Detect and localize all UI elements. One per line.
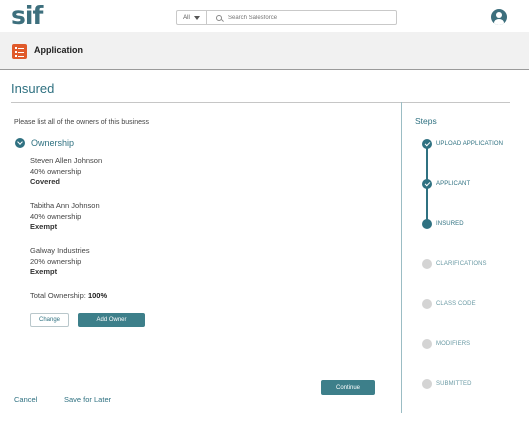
avatar-head xyxy=(496,12,502,18)
step-label: CLARIFICATIONS xyxy=(436,261,487,267)
steps-title: Steps xyxy=(415,116,437,126)
steps-panel-divider xyxy=(401,102,402,413)
pending-step-icon xyxy=(422,339,432,349)
total-ownership-label: Total Ownership: xyxy=(30,291,86,300)
total-ownership: Total Ownership: 100% xyxy=(30,291,107,300)
application-icon xyxy=(12,44,27,59)
pending-step-icon xyxy=(422,259,432,269)
owner-item: Tabitha Ann Johnson 40% ownership Exempt xyxy=(30,201,100,233)
step-submitted[interactable]: SUBMITTED xyxy=(422,379,472,389)
search-icon xyxy=(216,14,222,21)
change-button[interactable]: Change xyxy=(30,313,69,327)
current-step-icon xyxy=(422,219,432,229)
section-title: Ownership xyxy=(31,138,75,148)
owner-name: Steven Allen Johnson xyxy=(30,156,103,165)
step-insured[interactable]: INSURED xyxy=(422,219,464,229)
add-owner-button[interactable]: Add Owner xyxy=(78,313,145,327)
owner-item: Galway Industries 20% ownership Exempt xyxy=(30,246,90,278)
instruction-text: Please list all of the owners of this bu… xyxy=(14,119,150,126)
step-upload-application[interactable]: UPLOAD APPLICATION xyxy=(422,139,503,149)
owner-percentage: 40% ownership xyxy=(30,211,82,221)
step-class-code[interactable]: CLASS CODE xyxy=(422,299,476,309)
owner-status: Exempt xyxy=(30,267,58,276)
step-label: UPLOAD APPLICATION xyxy=(436,141,504,147)
chevron-down-icon xyxy=(15,138,25,148)
search-scope-dropdown[interactable]: All xyxy=(177,11,207,24)
owner-name: Tabitha Ann Johnson xyxy=(30,201,100,210)
step-label: CLASS CODE xyxy=(436,301,476,307)
total-ownership-value: 100% xyxy=(87,291,108,300)
owner-status: Covered xyxy=(30,177,61,186)
avatar-body xyxy=(494,19,504,25)
owner-item: Steven Allen Johnson 40% ownership Cover… xyxy=(30,156,102,188)
sif-logo[interactable]: sif xyxy=(11,2,43,30)
title-divider xyxy=(11,102,510,103)
step-label: SUBMITTED xyxy=(436,381,472,387)
global-search: All xyxy=(176,10,397,25)
user-avatar-icon[interactable] xyxy=(491,9,507,25)
step-label: MODIFIERS xyxy=(436,341,471,347)
save-for-later-link[interactable]: Save for Later xyxy=(64,395,111,404)
caret-down-icon xyxy=(193,15,200,20)
owner-name: Galway Industries xyxy=(30,246,90,255)
owner-percentage: 40% ownership xyxy=(30,166,82,176)
pending-step-icon xyxy=(422,299,432,309)
check-icon xyxy=(422,179,432,189)
step-applicant[interactable]: APPLICANT xyxy=(422,179,470,189)
check-icon xyxy=(422,139,432,149)
owner-percentage: 20% ownership xyxy=(30,256,82,266)
ownership-section-toggle[interactable]: Ownership xyxy=(15,138,74,148)
global-header: sif All xyxy=(0,0,529,32)
app-title: Application xyxy=(34,45,83,55)
step-label: APPLICANT xyxy=(436,181,471,187)
continue-button[interactable]: Continue xyxy=(321,380,375,395)
step-modifiers[interactable]: MODIFIERS xyxy=(422,339,470,349)
app-header: Application xyxy=(0,32,529,70)
search-input[interactable] xyxy=(228,14,378,21)
cancel-link[interactable]: Cancel xyxy=(14,395,37,404)
step-label: INSURED xyxy=(436,221,464,227)
search-scope-label: All xyxy=(183,14,190,21)
page-title: Insured xyxy=(11,81,55,96)
step-clarifications[interactable]: CLARIFICATIONS xyxy=(422,259,487,269)
pending-step-icon xyxy=(422,379,432,389)
owner-status: Exempt xyxy=(30,222,58,231)
